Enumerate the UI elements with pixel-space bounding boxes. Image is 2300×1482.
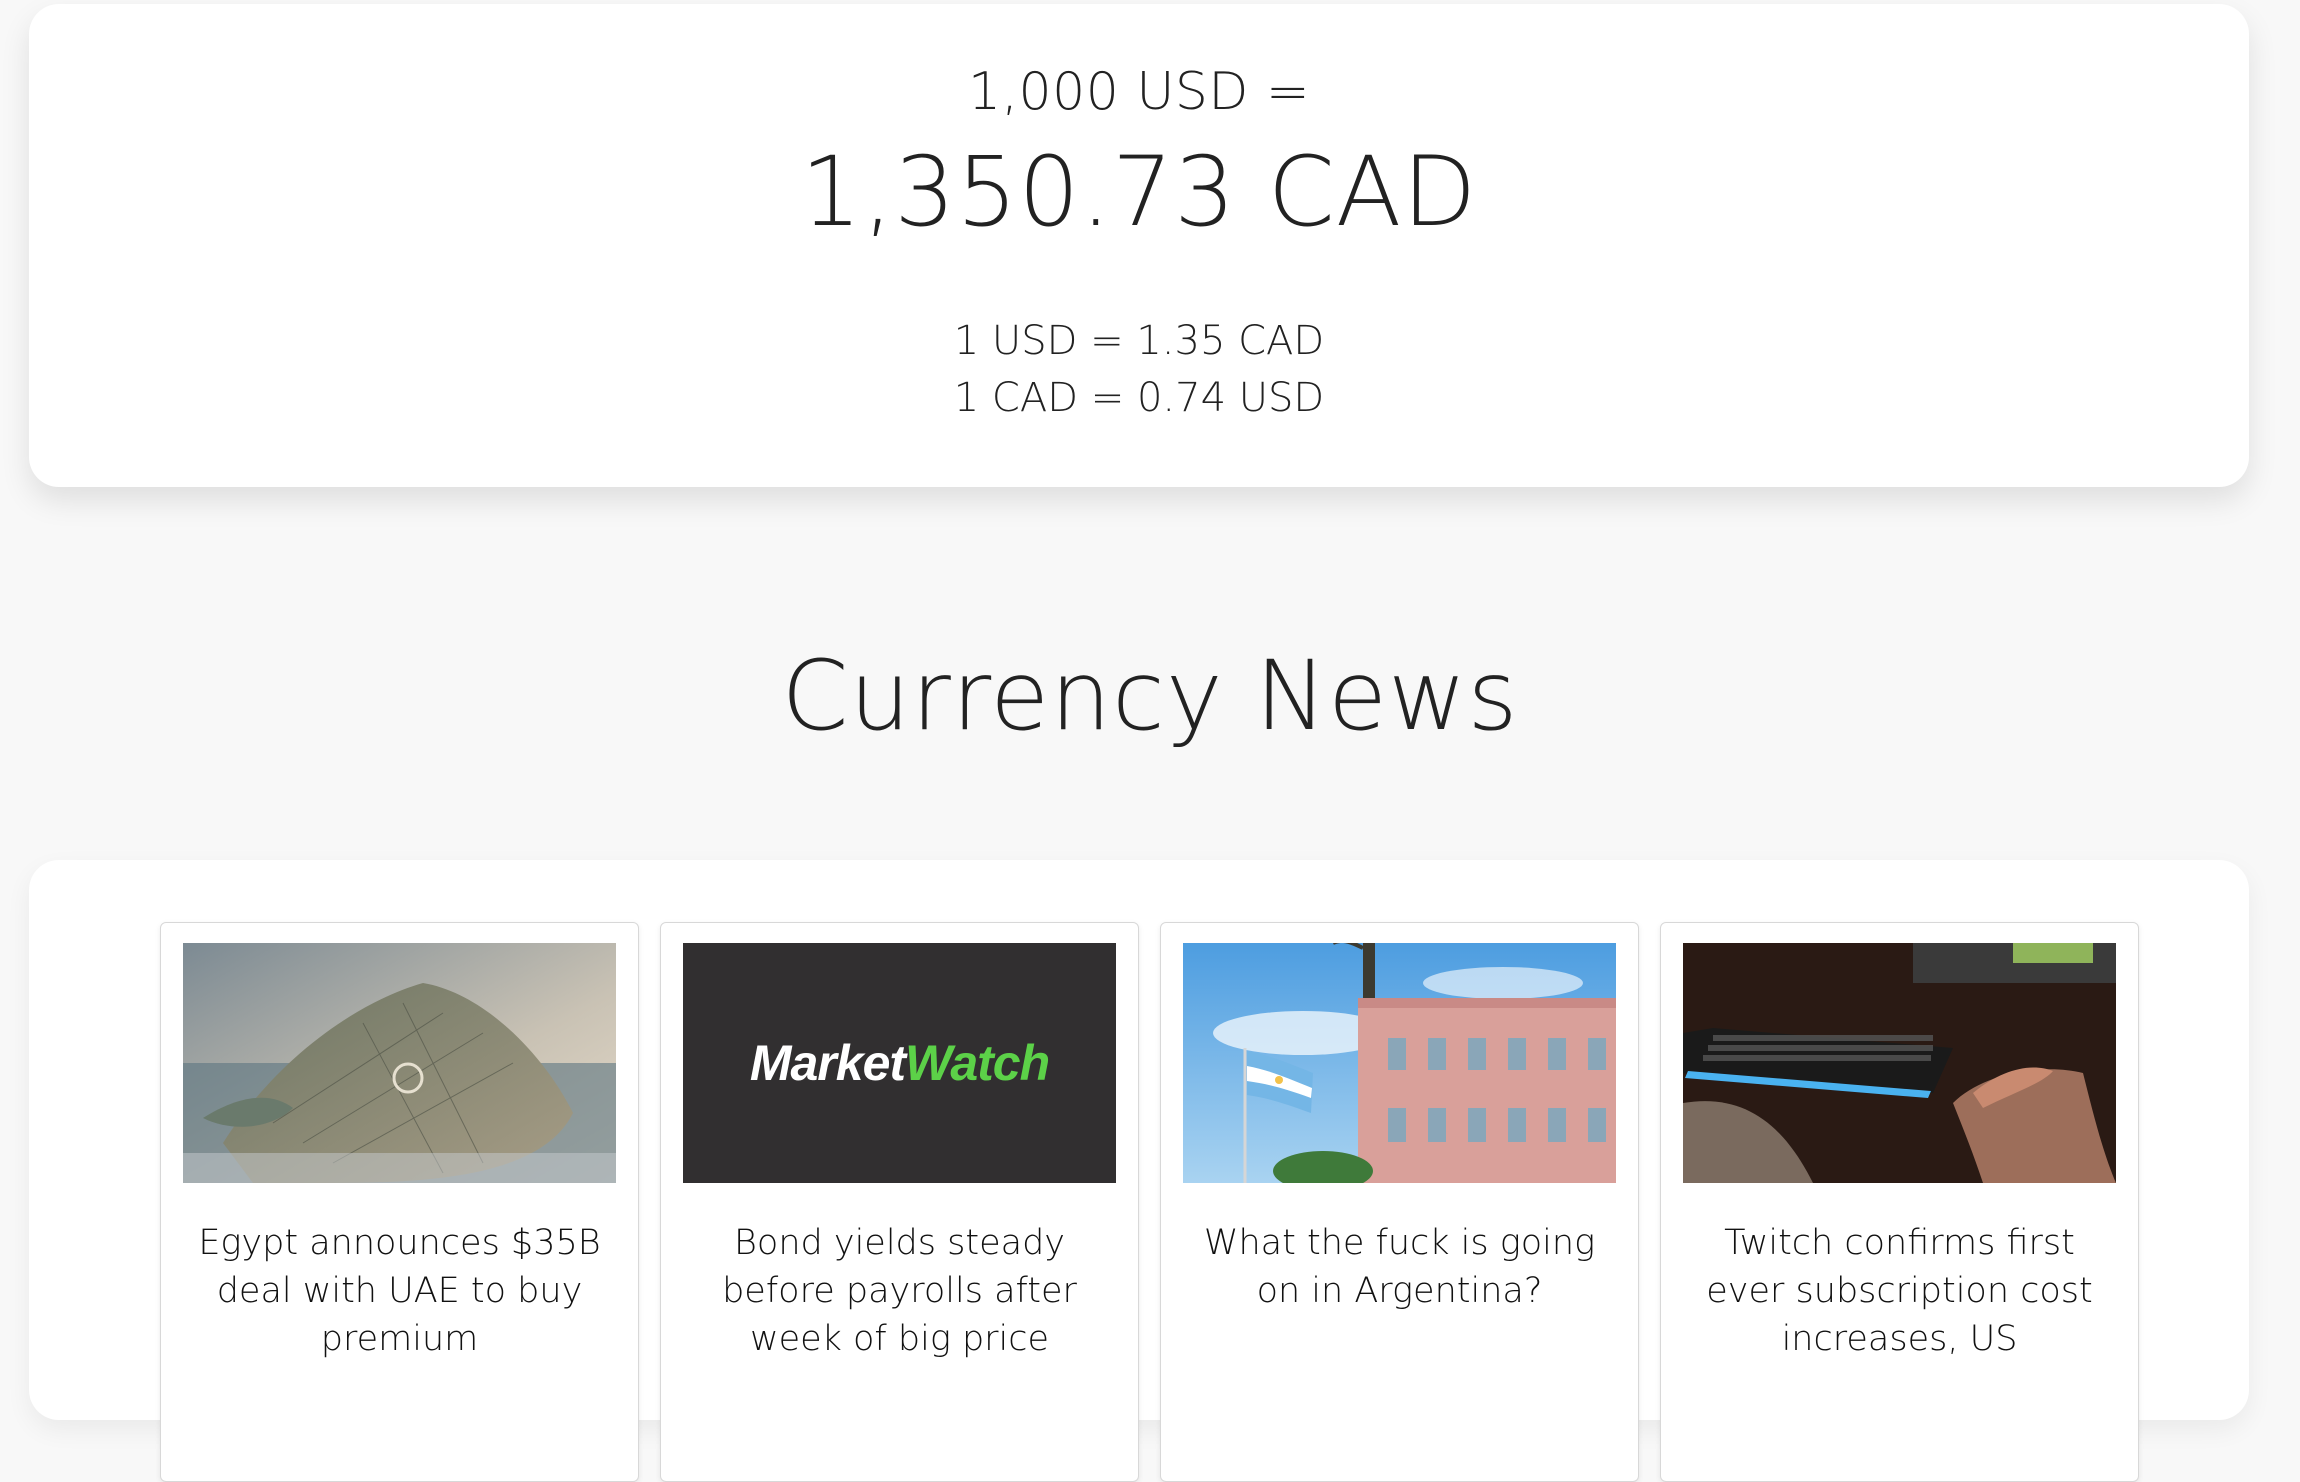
converted-amount: 1,350.73 CAD xyxy=(800,136,1478,248)
news-section-title: Currency News xyxy=(781,640,1519,752)
news-card-twitch[interactable]: Twitch confirms first ever subscription … xyxy=(1660,922,2139,1482)
conversion-result-card: 1,000 USD = 1,350.73 CAD 1 USD = 1.35 CA… xyxy=(29,4,2249,487)
news-card-argentina[interactable]: What the fuck is going on in Argentina? xyxy=(1160,922,1639,1482)
news-headline[interactable]: Bond yields steady before payrolls after… xyxy=(691,1219,1108,1363)
news-image-aerial-city[interactable] xyxy=(183,943,616,1183)
news-image-gaming-keyboard[interactable] xyxy=(1683,943,2116,1183)
marketwatch-logo: Market Watch xyxy=(683,943,1116,1183)
reverse-rate: 1 CAD = 0.74 USD xyxy=(953,375,1325,421)
news-image-casa-rosada[interactable] xyxy=(1183,943,1616,1183)
amount-label: 1,000 USD = xyxy=(967,62,1311,122)
forward-rate: 1 USD = 1.35 CAD xyxy=(953,318,1325,364)
news-image-marketwatch-logo[interactable]: Market Watch xyxy=(683,943,1116,1183)
news-card-bond-yields[interactable]: Market Watch Bond yields steady before pa… xyxy=(660,922,1139,1482)
news-headline[interactable]: Twitch confirms first ever subscription … xyxy=(1691,1219,2108,1363)
news-headline[interactable]: What the fuck is going on in Argentina? xyxy=(1191,1219,1608,1315)
news-panel: Egypt announces $35B deal with UAE to bu… xyxy=(29,860,2249,1482)
news-card-egypt[interactable]: Egypt announces $35B deal with UAE to bu… xyxy=(160,922,639,1482)
news-headline[interactable]: Egypt announces $35B deal with UAE to bu… xyxy=(191,1219,608,1363)
